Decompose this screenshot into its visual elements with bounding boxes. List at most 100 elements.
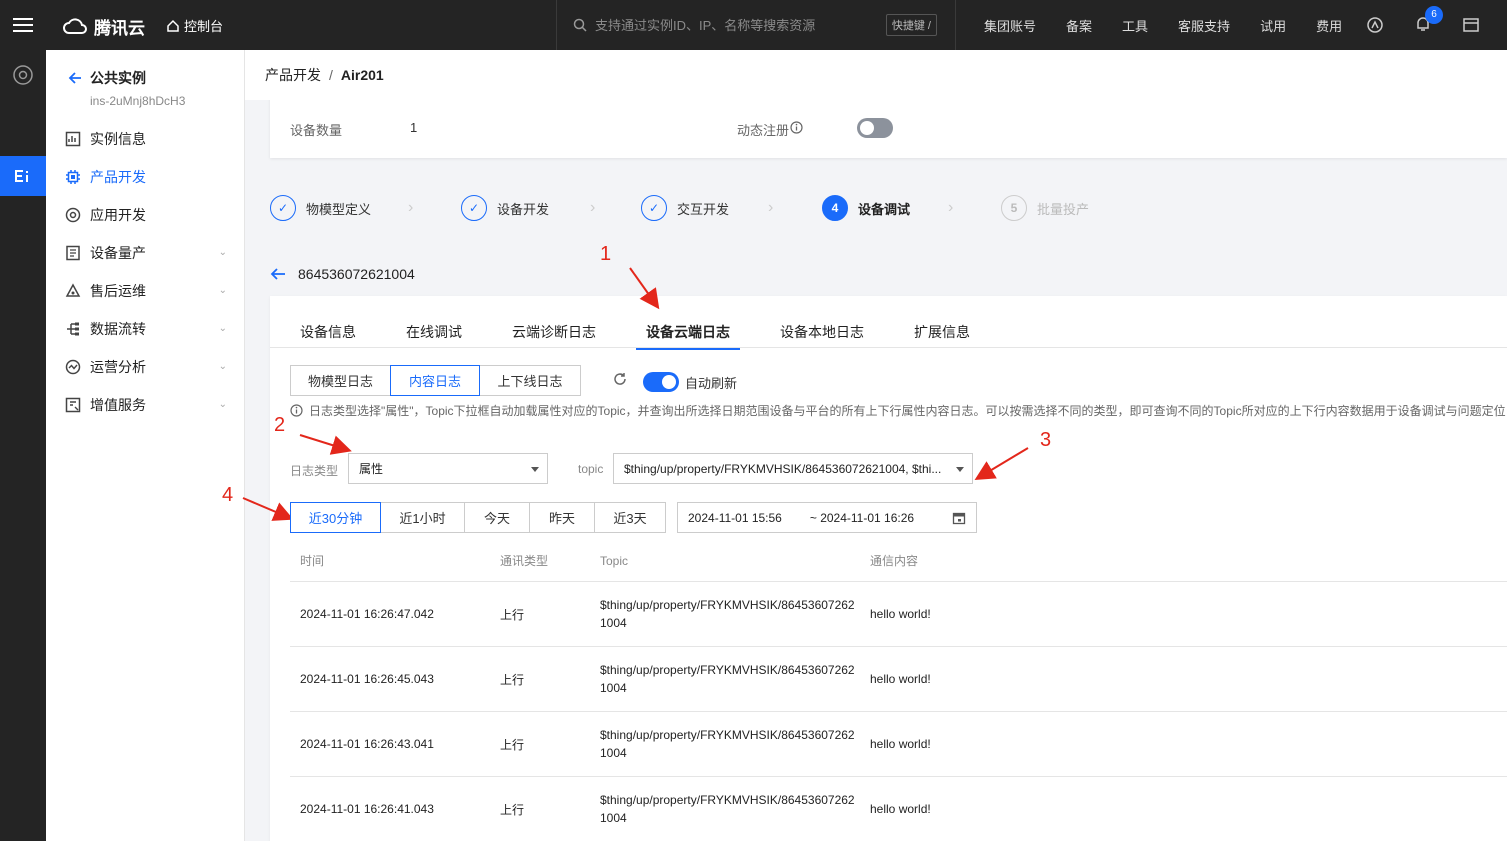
annotation-2: 2 [274, 414, 286, 436]
log-table: 时间 通讯类型 Topic 通信内容 2024-11-01 16:26:47.0… [290, 540, 1507, 841]
console-link[interactable]: 控制台 [166, 16, 223, 35]
tab-device-info[interactable]: 设备信息 [290, 322, 366, 348]
rail-item-iot-explorer[interactable] [0, 156, 46, 196]
auto-refresh: 自动刷新 [643, 372, 737, 392]
arrow-left-icon[interactable] [270, 267, 286, 281]
refresh-icon[interactable] [613, 372, 627, 386]
device-count-label: 设备数量 [290, 123, 343, 138]
table-row: 2024-11-01 16:26:45.043 上行 $thing/up/pro… [290, 647, 1507, 712]
sidebar-item-product-dev[interactable]: 产品开发 [46, 158, 245, 196]
chevron-right-icon: › [768, 199, 774, 216]
range-yesterday[interactable]: 昨天 [529, 502, 595, 533]
tab-cloud-diagnosis-log[interactable]: 云端诊断日志 [502, 322, 606, 348]
table-header: 时间 通讯类型 Topic 通信内容 [290, 540, 1507, 582]
sidebar-item-label: 应用开发 [90, 207, 146, 223]
sidebar-item-label: 数据流转 [90, 321, 146, 337]
tab-extension-info[interactable]: 扩展信息 [904, 322, 980, 348]
brand-logo[interactable]: 腾讯云 [62, 14, 145, 39]
log-type-select[interactable]: 属性 [348, 453, 548, 484]
cell-topic: $thing/up/property/FRYKMVHSIK/8645360726… [600, 663, 855, 695]
auto-refresh-label: 自动刷新 [685, 375, 738, 391]
nav-tools[interactable]: 工具 [1122, 16, 1148, 35]
sidebar-item-label: 设备量产 [90, 245, 146, 261]
tabs-divider [270, 347, 1507, 348]
cell-time: 2024-11-01 16:26:41.043 [300, 802, 434, 816]
date-range-picker[interactable]: 2024-11-01 15:56 ~ 2024-11-01 16:26 [677, 502, 977, 533]
chevron-down-icon: ⌄ [218, 285, 227, 296]
log-type-tip: 日志类型选择"属性"，Topic下拉框自动加载属性对应的Topic，并查询出所选… [290, 402, 1506, 419]
col-topic: Topic [600, 553, 629, 568]
app-icon [65, 207, 81, 223]
chevron-down-icon: ⌄ [218, 247, 227, 258]
flow-icon [67, 322, 79, 336]
chevron-down-icon: ⌄ [218, 399, 227, 410]
breadcrumb-parent[interactable]: 产品开发 [265, 65, 321, 85]
step-3[interactable]: ✓ 交互开发 [641, 195, 729, 221]
dynamic-register-toggle[interactable] [857, 118, 893, 138]
device-tabs: 设备信息 在线调试 云端诊断日志 设备云端日志 设备本地日志 扩展信息 [290, 322, 1010, 350]
cell-time: 2024-11-01 16:26:47.042 [300, 607, 434, 621]
range-3days[interactable]: 近3天 [594, 502, 666, 533]
topic-label: topic [578, 462, 604, 476]
range-1hour[interactable]: 近1小时 [380, 502, 465, 533]
search-icon [573, 18, 587, 32]
sidebar-item-label: 运营分析 [90, 359, 146, 375]
nav-filing[interactable]: 备案 [1066, 16, 1092, 35]
tab-device-cloud-log[interactable]: 设备云端日志 [636, 322, 740, 350]
rail-item-favorites[interactable] [0, 55, 46, 95]
sidebar-item-mass-production[interactable]: 设备量产 ⌄ [46, 234, 245, 272]
table-row: 2024-11-01 16:26:43.041 上行 $thing/up/pro… [290, 712, 1507, 777]
hamburger-menu-button[interactable] [0, 0, 46, 50]
auto-refresh-toggle[interactable] [643, 372, 679, 392]
table-row: 2024-11-01 16:26:41.043 上行 $thing/up/pro… [290, 777, 1507, 841]
window-icon[interactable] [1462, 16, 1480, 34]
col-content: 通信内容 [870, 554, 919, 568]
cell-topic: $thing/up/property/FRYKMVHSIK/8645360726… [600, 793, 855, 825]
nav-billing[interactable]: 费用 [1316, 16, 1342, 35]
step-4[interactable]: 4 设备调试 [822, 195, 910, 221]
log-type-value: 属性 [359, 462, 384, 476]
cell-content: hello world! [870, 802, 931, 816]
home-icon [167, 19, 179, 32]
main-content: 产品开发 / Air201 设备数量 1 动态注册 ✓ 物模型定义 › ✓ 设备… [245, 50, 1507, 841]
cell-type: 上行 [500, 607, 525, 622]
log-type-model[interactable]: 物模型日志 [290, 365, 391, 396]
step-5[interactable]: 5 批量投产 [1001, 195, 1089, 221]
range-today[interactable]: 今天 [464, 502, 530, 533]
search-input[interactable] [595, 17, 895, 33]
info-circle-icon[interactable] [790, 121, 803, 134]
step-1[interactable]: ✓ 物模型定义 [270, 195, 371, 221]
brand-name: 腾讯云 [94, 19, 145, 38]
notification-button[interactable]: 6 [1414, 5, 1443, 36]
device-header: 864536072621004 [270, 266, 415, 282]
sidebar-item-instance-info[interactable]: 实例信息 [46, 120, 245, 158]
sidebar-item-label: 实例信息 [90, 131, 146, 147]
search-box[interactable]: 快捷键 / [556, 0, 956, 50]
notification-badge: 6 [1425, 5, 1443, 24]
sidebar-item-ops-analysis[interactable]: 运营分析 ⌄ [46, 348, 245, 386]
tab-device-local-log[interactable]: 设备本地日志 [770, 322, 874, 348]
cell-content: hello world! [870, 737, 931, 751]
nav-group-account[interactable]: 集团账号 [984, 16, 1036, 35]
console-label: 控制台 [184, 19, 224, 34]
instance-back-button[interactable]: 公共实例 [68, 68, 185, 88]
annotation-4: 4 [222, 484, 234, 506]
range-30min[interactable]: 近30分钟 [290, 502, 381, 533]
cell-type: 上行 [500, 672, 525, 687]
sidebar-item-data-flow[interactable]: 数据流转 ⌄ [46, 310, 245, 348]
nav-trial[interactable]: 试用 [1260, 16, 1286, 35]
sidebar-item-app-dev[interactable]: 应用开发 [46, 196, 245, 234]
nav-support[interactable]: 客服支持 [1178, 16, 1230, 35]
log-type-content[interactable]: 内容日志 [390, 365, 480, 396]
sidebar-item-value-added[interactable]: 增值服务 ⌄ [46, 386, 245, 424]
breadcrumb-current: Air201 [340, 67, 384, 83]
instance-id: ins-2uMnj8hDcH3 [90, 94, 186, 108]
sidebar-item-after-sales[interactable]: 售后运维 ⌄ [46, 272, 245, 310]
tab-online-debug[interactable]: 在线调试 [396, 322, 472, 348]
topic-select[interactable]: $thing/up/property/FRYKMVHSIK/8645360726… [613, 453, 973, 484]
sidebar-item-label: 增值服务 [90, 397, 146, 413]
sidebar-item-label: 产品开发 [90, 169, 146, 185]
step-2[interactable]: ✓ 设备开发 [461, 195, 549, 221]
assistant-icon[interactable] [1366, 16, 1384, 34]
log-type-online-offline[interactable]: 上下线日志 [479, 365, 581, 396]
